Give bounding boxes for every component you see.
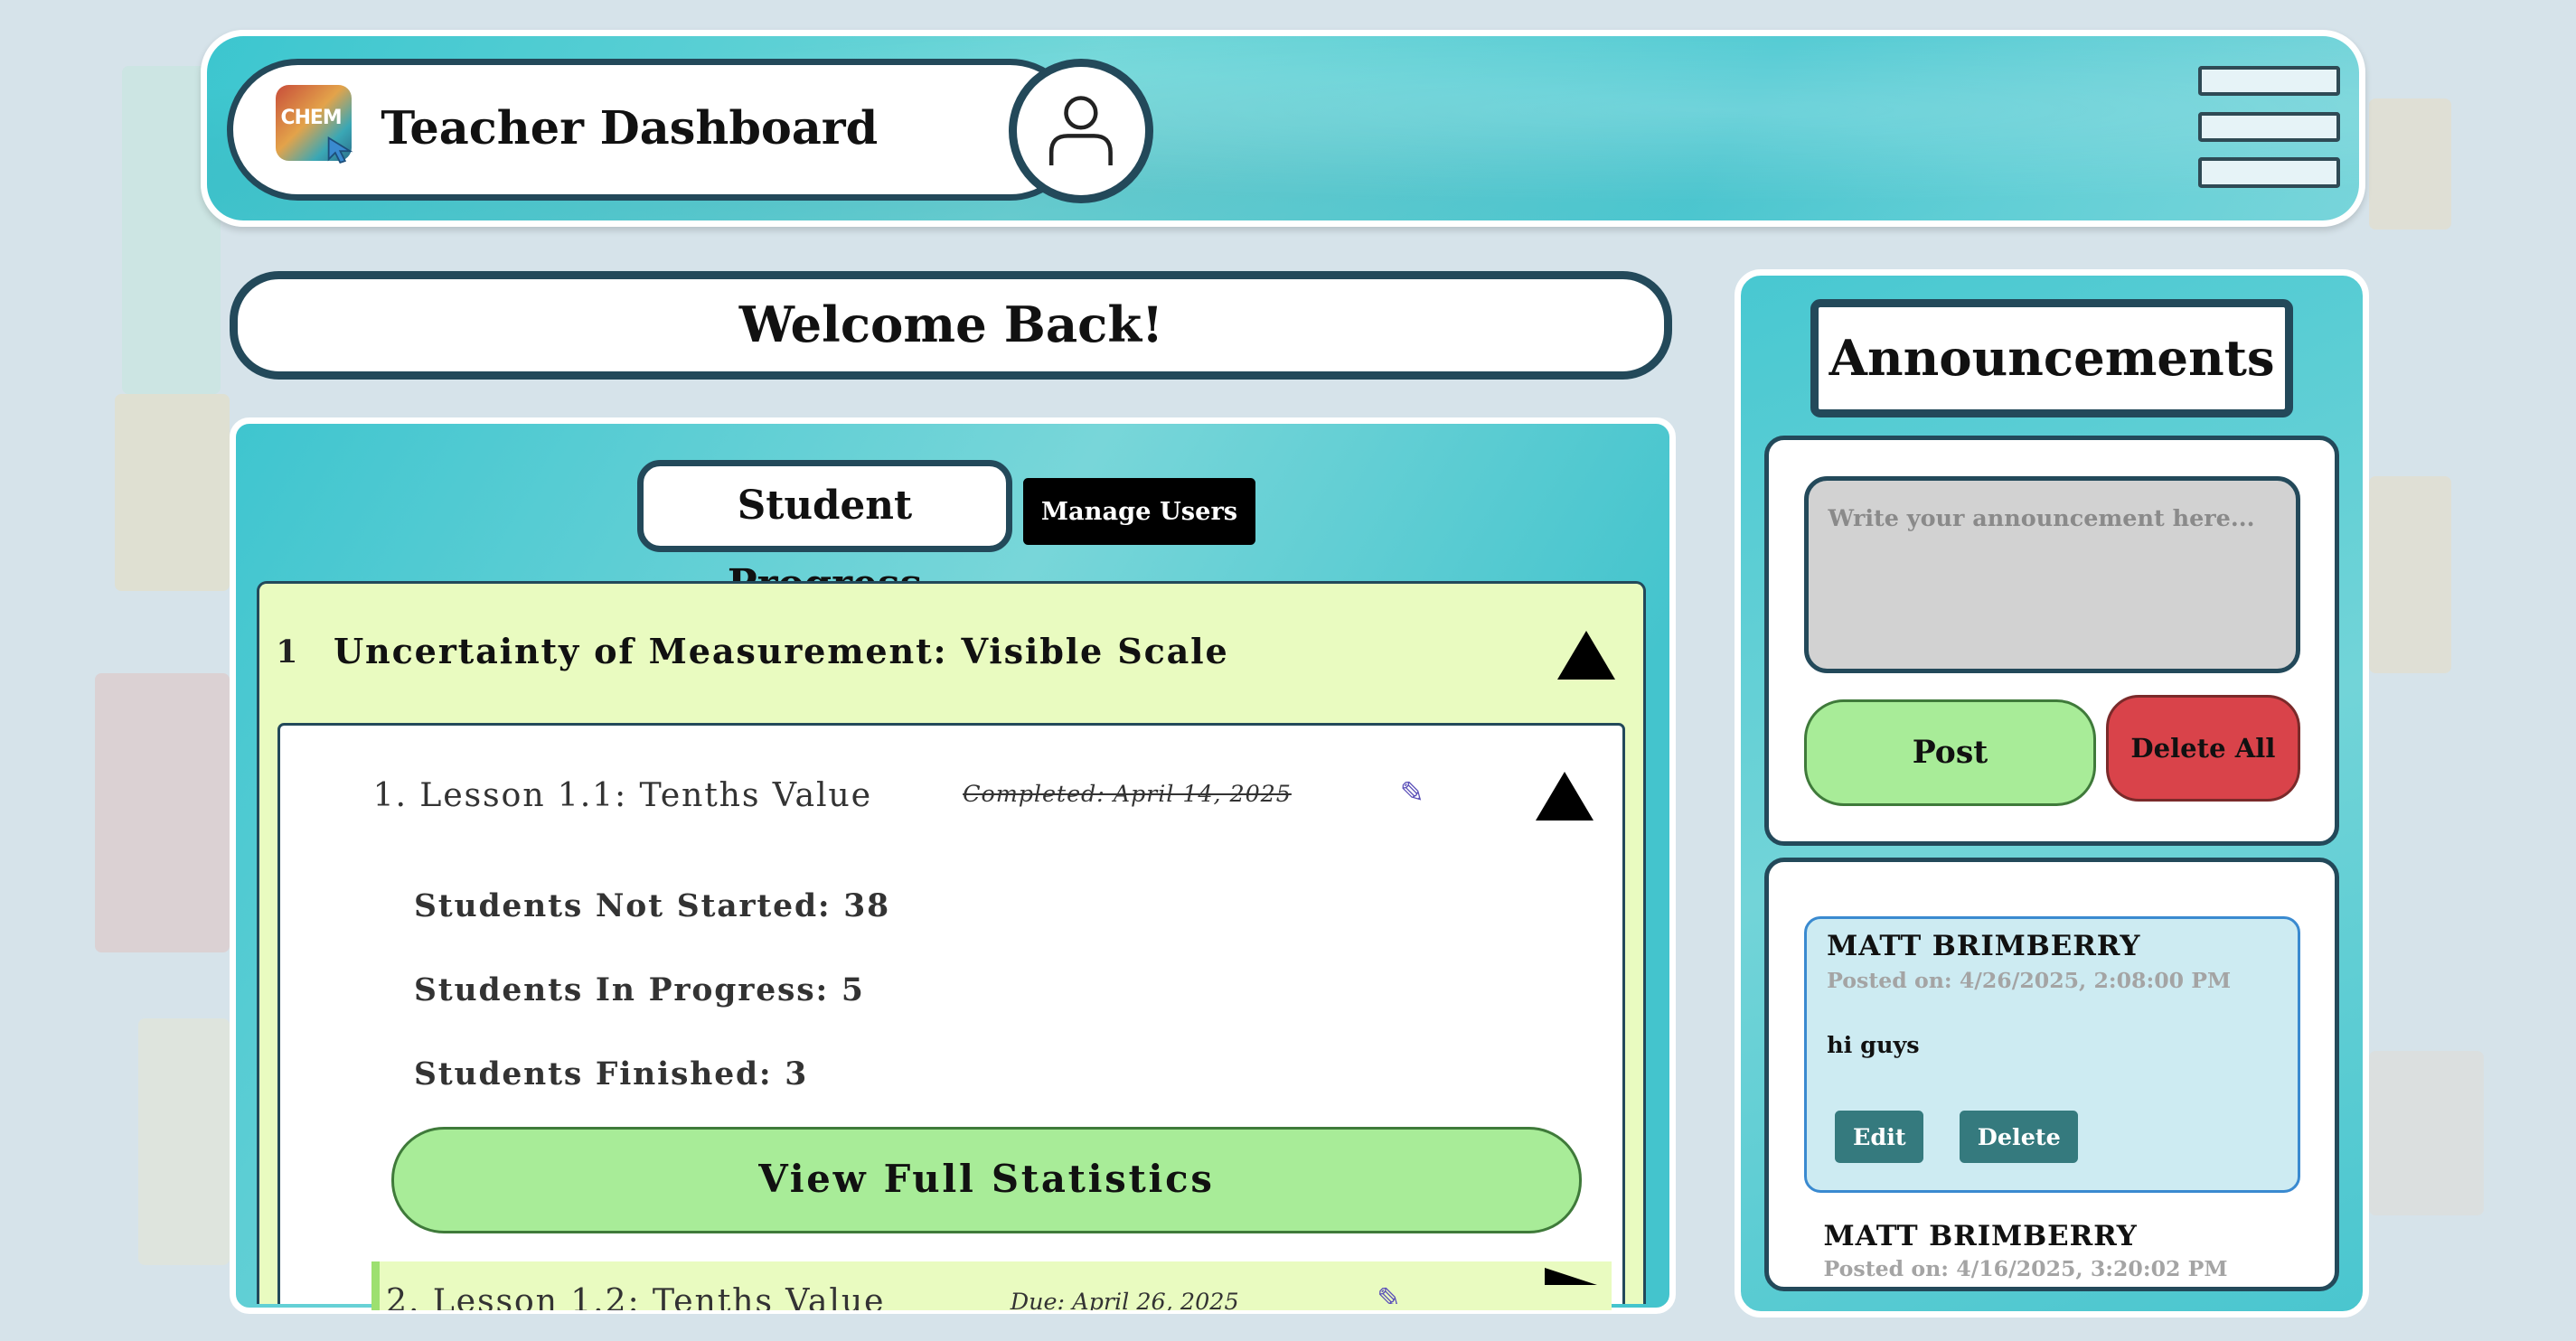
delete-announcement-button[interactable]: Delete <box>1960 1110 2079 1163</box>
chem-logo[interactable]: CHEM <box>276 85 355 164</box>
post-button[interactable]: Post <box>1803 699 2097 807</box>
pointer-cursor-icon <box>325 135 355 164</box>
announcement-date: Posted on: 4/26/2025, 2:08:00 PM <box>1827 967 2232 993</box>
announcement-author: MATT BRIMBERRY <box>1823 1220 2138 1253</box>
user-icon <box>1048 96 1113 166</box>
background-decoration <box>2368 476 2451 674</box>
delete-all-button[interactable]: Delete All <box>2106 694 2300 802</box>
dashboard-title-pill: CHEM Teacher Dashboard <box>226 59 1081 201</box>
pencil-icon[interactable]: ✎ <box>1400 775 1424 810</box>
expand-lesson-icon[interactable] <box>1544 1268 1597 1286</box>
logo-text: CHEM <box>280 106 343 129</box>
stat-not-started: Students Not Started: 38 <box>414 888 890 925</box>
lesson-row[interactable]: 2. Lesson 1.2: Tenths Value Due: April 2… <box>371 1261 1612 1311</box>
background-decoration <box>95 673 230 953</box>
announcement-body: hi guys <box>1827 1031 1920 1059</box>
collapse-unit-icon[interactable] <box>1557 631 1616 680</box>
announcements-title: Announcements <box>1810 298 2294 417</box>
stat-in-progress: Students In Progress: 5 <box>414 972 865 1009</box>
background-decoration <box>2368 1051 2485 1215</box>
background-decoration <box>137 1017 230 1265</box>
announcement-date: Posted on: 4/16/2025, 3:20:02 PM <box>1823 1256 2228 1281</box>
collapse-lesson-icon[interactable] <box>1536 772 1594 821</box>
announcement-author: MATT BRIMBERRY <box>1827 929 2141 962</box>
announcement-input[interactable] <box>1803 476 2300 674</box>
lesson-title: 2. Lesson 1.2: Tenths Value <box>386 1280 886 1311</box>
welcome-banner: Welcome Back! <box>230 270 1673 380</box>
edit-announcement-button[interactable]: Edit <box>1835 1110 1924 1163</box>
lesson-status: Due: April 26, 2025 <box>1010 1287 1239 1311</box>
announcement-date-clip: Posted on: 4/16/2025, 3:20:02 PM <box>1823 1255 2317 1281</box>
stat-finished: Students Finished: 3 <box>414 1055 809 1092</box>
unit-number: 1 <box>276 633 298 670</box>
pencil-icon[interactable]: ✎ <box>1377 1281 1401 1304</box>
background-decoration <box>2368 98 2451 230</box>
lesson-title[interactable]: 1. Lesson 1.1: Tenths Value <box>373 775 872 814</box>
manage-users-button[interactable]: Manage Users <box>1023 477 1255 546</box>
hamburger-menu-icon[interactable] <box>2197 65 2340 188</box>
unit-title[interactable]: Uncertainty of Measurement: Visible Scal… <box>334 631 1229 671</box>
lesson-status: Completed: April 14, 2025 <box>963 780 1292 808</box>
background-decoration <box>115 394 230 592</box>
tab-student-progress[interactable]: Student Progress <box>637 459 1012 607</box>
profile-button[interactable] <box>1009 59 1153 204</box>
page-title: Teacher Dashboard <box>381 101 879 156</box>
view-full-statistics-button[interactable]: View Full Statistics <box>390 1126 1583 1233</box>
